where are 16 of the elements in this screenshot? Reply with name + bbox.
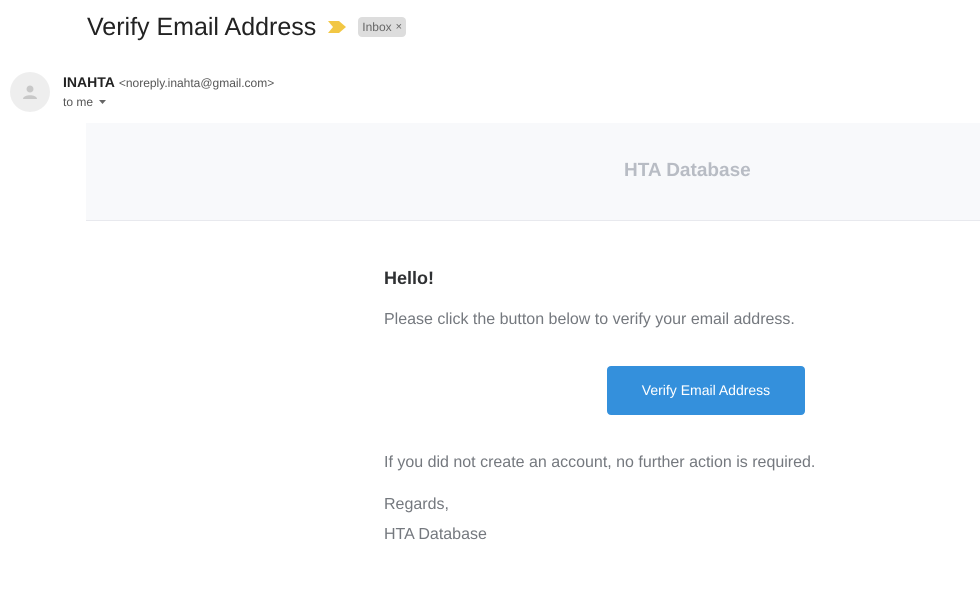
- sender-email: <noreply.inahta@gmail.com>: [118, 75, 274, 92]
- label-text: Inbox: [362, 19, 392, 36]
- salutation: Regards,: [384, 494, 450, 514]
- greeting: Hello!: [384, 267, 436, 290]
- verify-email-button[interactable]: Verify Email Address: [607, 366, 805, 414]
- outro-text: If you did not create an account, no further action is required.: [384, 452, 816, 472]
- intro-text: Please click the button below to verify your email address.: [384, 310, 796, 330]
- remove-label-button[interactable]: ×: [396, 22, 402, 32]
- header-title: HTA Database: [624, 159, 751, 184]
- caret-icon: [99, 100, 106, 104]
- person-icon: [22, 85, 38, 99]
- sender-name: INAHTA: [63, 73, 115, 92]
- importance-marker-icon[interactable]: [328, 21, 346, 33]
- recipient-toggle[interactable]: to me: [63, 93, 106, 111]
- signature: HTA Database: [384, 524, 488, 544]
- email-subject: Verify Email Address: [87, 14, 316, 40]
